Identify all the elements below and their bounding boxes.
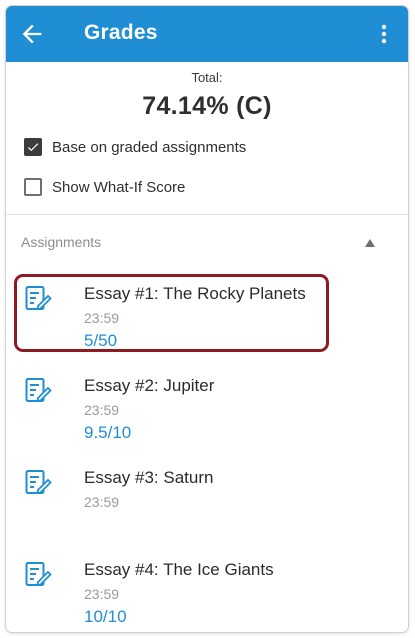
assignment-due: 23:59 bbox=[84, 402, 120, 418]
assignment-item[interactable]: Essay #3: Saturn 23:59 bbox=[6, 462, 408, 548]
assignment-name: Essay #4: The Ice Giants bbox=[84, 560, 274, 579]
total-label: Total: bbox=[191, 70, 223, 85]
arrow-back-icon[interactable] bbox=[18, 20, 46, 48]
assignment-item[interactable]: Essay #2: Jupiter 23:59 9.5/10 bbox=[6, 370, 408, 456]
total-grade: 74.14% (C) bbox=[142, 92, 272, 120]
what-if-label: Show What-If Score bbox=[52, 178, 186, 196]
assignment-name: Essay #1: The Rocky Planets bbox=[84, 284, 306, 303]
what-if-toggle[interactable]: Show What-If Score bbox=[24, 176, 185, 198]
assignment-icon bbox=[25, 286, 52, 311]
base-on-graded-label: Base on graded assignments bbox=[52, 138, 247, 156]
checkbox-checked-icon[interactable] bbox=[24, 138, 42, 156]
checkbox-unchecked-icon[interactable] bbox=[24, 178, 42, 196]
assignment-item[interactable]: Essay #1: The Rocky Planets 23:59 5/50 bbox=[6, 278, 408, 364]
assignment-due: 23:59 bbox=[84, 310, 120, 326]
assignment-name: Essay #3: Saturn bbox=[84, 468, 214, 487]
assignment-icon bbox=[25, 378, 52, 403]
triangle-up-icon[interactable] bbox=[364, 238, 376, 248]
divider bbox=[6, 214, 408, 215]
assignments-header: Assignments bbox=[21, 234, 102, 250]
assignment-due: 23:59 bbox=[84, 494, 120, 510]
assignment-icon bbox=[25, 470, 52, 495]
assignment-score: 10/10 bbox=[84, 607, 127, 626]
app-window: Grades Total: 74.14% (C) Base on graded … bbox=[6, 6, 408, 632]
assignment-item[interactable]: Essay #4: The Ice Giants 23:59 10/10 bbox=[6, 554, 408, 632]
more-vertical-icon[interactable] bbox=[372, 22, 396, 46]
assignment-icon bbox=[25, 562, 52, 587]
assignment-score: 9.5/10 bbox=[84, 423, 132, 442]
app-bar: Grades bbox=[6, 6, 408, 62]
assignment-due: 23:59 bbox=[84, 586, 120, 602]
page-title: Grades bbox=[84, 21, 158, 44]
base-on-graded-toggle[interactable]: Base on graded assignments bbox=[24, 136, 246, 158]
assignment-name: Essay #2: Jupiter bbox=[84, 376, 215, 395]
assignment-score: 5/50 bbox=[84, 331, 118, 350]
